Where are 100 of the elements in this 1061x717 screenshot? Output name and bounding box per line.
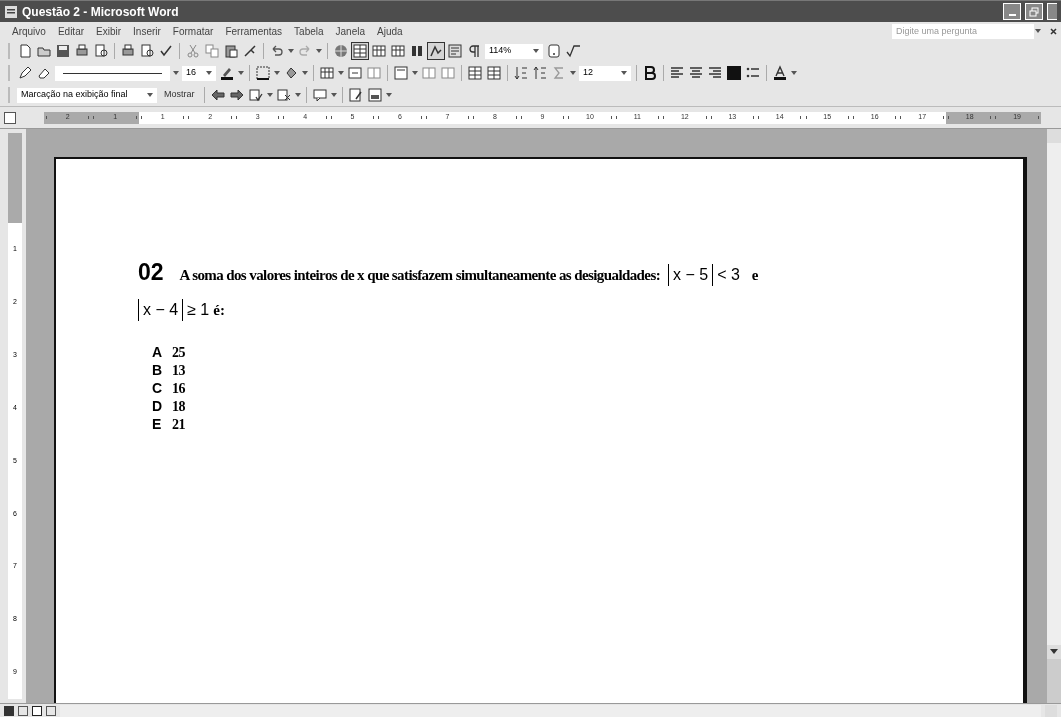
split-cells-icon[interactable]: [421, 65, 437, 81]
view-button[interactable]: [46, 705, 56, 716]
dropdown-caret-icon[interactable]: [330, 92, 337, 98]
help-field[interactable]: Digite uma pergunta: [892, 23, 1034, 39]
question-text: é:: [213, 300, 225, 320]
reviewing-pane-icon[interactable]: [366, 87, 383, 103]
dropdown-caret-icon[interactable]: [338, 70, 344, 76]
table-grid-icon[interactable]: [319, 65, 335, 81]
table-icon[interactable]: [352, 43, 368, 59]
table-grid-icon[interactable]: [390, 43, 406, 59]
reject-change-icon[interactable]: [275, 87, 292, 103]
close-button[interactable]: [1047, 3, 1057, 20]
align-left-icon[interactable]: [669, 65, 685, 81]
option-letter: C: [152, 378, 164, 398]
menu-item[interactable]: Inserir: [133, 23, 161, 39]
close-icon[interactable]: [1050, 27, 1057, 35]
dropdown-caret-icon[interactable]: [385, 92, 392, 98]
menu-item[interactable]: Janela: [335, 23, 366, 39]
option-value: 18: [172, 397, 185, 416]
preview-icon[interactable]: [93, 43, 109, 59]
minimize-button[interactable]: [1003, 3, 1021, 20]
sort-ascending-icon[interactable]: [513, 65, 529, 81]
pencil-icon[interactable]: [17, 65, 33, 81]
next-change-icon[interactable]: [228, 87, 245, 103]
menu-item[interactable]: Exibir: [96, 23, 122, 39]
conjunction-text: e: [751, 266, 759, 285]
comment-icon[interactable]: [311, 87, 328, 103]
dropdown-caret-icon: [206, 70, 212, 76]
zoom-dropdown[interactable]: 114%: [485, 43, 543, 59]
option-letter: E: [152, 414, 163, 434]
dropdown-caret-icon: [621, 70, 627, 76]
dropdown-caret-icon[interactable]: [173, 70, 179, 76]
view-button[interactable]: [4, 705, 14, 716]
line-style-dropdown[interactable]: [55, 65, 170, 81]
globe-icon[interactable]: [333, 43, 349, 59]
dropdown-caret-icon: [533, 48, 539, 54]
table-icon[interactable]: [467, 65, 483, 81]
dropdown-caret-icon[interactable]: [274, 70, 280, 76]
line-weight-dropdown[interactable]: 16: [182, 65, 216, 81]
paragraph-mark-icon[interactable]: [466, 43, 482, 59]
table-grid-icon[interactable]: [371, 43, 387, 59]
split-cells-icon[interactable]: [366, 65, 382, 81]
dropdown-caret-icon[interactable]: [288, 48, 294, 54]
option-letter: D: [152, 396, 164, 416]
question-text: A soma dos valores inteiros de x que satisfazem simultaneamente as desigualdades:: [179, 266, 661, 285]
option-value: 21: [172, 415, 185, 434]
view-button[interactable]: [32, 705, 42, 716]
show-menu-button[interactable]: Mostrar: [160, 88, 199, 102]
display-mode-dropdown[interactable]: Marcação na exibição final: [17, 87, 157, 103]
restore-button[interactable]: [1025, 3, 1043, 20]
down-arrow-icon: [1050, 649, 1058, 655]
dropdown-caret-icon[interactable]: [316, 48, 322, 54]
font-size-dropdown[interactable]: 12: [579, 65, 631, 81]
menu-item[interactable]: Tabela: [294, 23, 324, 39]
menu-item[interactable]: Editar: [57, 23, 85, 39]
columns-icon[interactable]: [409, 43, 425, 59]
option-letter: B: [152, 360, 164, 380]
window-title: Questão 2 - Microsoft Word: [22, 3, 179, 21]
dropdown-caret-icon[interactable]: [294, 92, 301, 98]
sort-descending-icon[interactable]: [532, 65, 548, 81]
dropdown-caret-icon[interactable]: [570, 70, 576, 76]
new-document-icon[interactable]: [17, 43, 33, 59]
preview-icon[interactable]: [139, 43, 155, 59]
option-value: 16: [172, 379, 185, 398]
menu-item[interactable]: Arquivo: [12, 23, 46, 39]
tab-stop-selector[interactable]: [4, 111, 16, 124]
font-color-icon[interactable]: [772, 65, 788, 81]
justify-icon[interactable]: [726, 65, 742, 81]
save-icon[interactable]: [55, 43, 71, 59]
align-center-icon[interactable]: [688, 65, 704, 81]
dropdown-caret-icon[interactable]: [266, 92, 273, 98]
table-icon[interactable]: [486, 65, 502, 81]
merge-cells-icon[interactable]: [347, 65, 363, 81]
drawing-icon[interactable]: [428, 43, 444, 59]
bold-icon[interactable]: [642, 65, 658, 81]
menu-item[interactable]: Ajuda: [377, 23, 403, 39]
dropdown-caret-icon[interactable]: [302, 70, 308, 76]
border-icon[interactable]: [255, 65, 271, 81]
split-cells-icon[interactable]: [440, 65, 456, 81]
horizontal-scrollbar[interactable]: [60, 704, 1041, 717]
cell-align-icon[interactable]: [393, 65, 409, 81]
printer-icon[interactable]: [120, 43, 136, 59]
math-expression: x − 5: [668, 264, 714, 286]
view-button[interactable]: [18, 705, 28, 716]
printer-icon[interactable]: [74, 43, 90, 59]
spelling-icon[interactable]: [158, 43, 174, 59]
dropdown-caret-icon[interactable]: [238, 70, 244, 76]
accept-change-icon[interactable]: [247, 87, 264, 103]
previous-change-icon[interactable]: [209, 87, 226, 103]
menu-item[interactable]: Ferramentas: [225, 23, 283, 39]
track-changes-icon[interactable]: [347, 87, 364, 103]
scroll-down-button[interactable]: [1047, 645, 1061, 659]
dropdown-caret-icon[interactable]: [412, 70, 418, 76]
menu-item[interactable]: Formatar: [172, 23, 214, 39]
line-color-icon[interactable]: [219, 65, 235, 81]
dropdown-caret-icon[interactable]: [791, 70, 797, 76]
paste-icon[interactable]: [223, 43, 239, 59]
dropdown-caret-icon[interactable]: [1034, 27, 1042, 35]
align-right-icon[interactable]: [707, 65, 723, 81]
math-relation: < 3: [717, 265, 740, 285]
